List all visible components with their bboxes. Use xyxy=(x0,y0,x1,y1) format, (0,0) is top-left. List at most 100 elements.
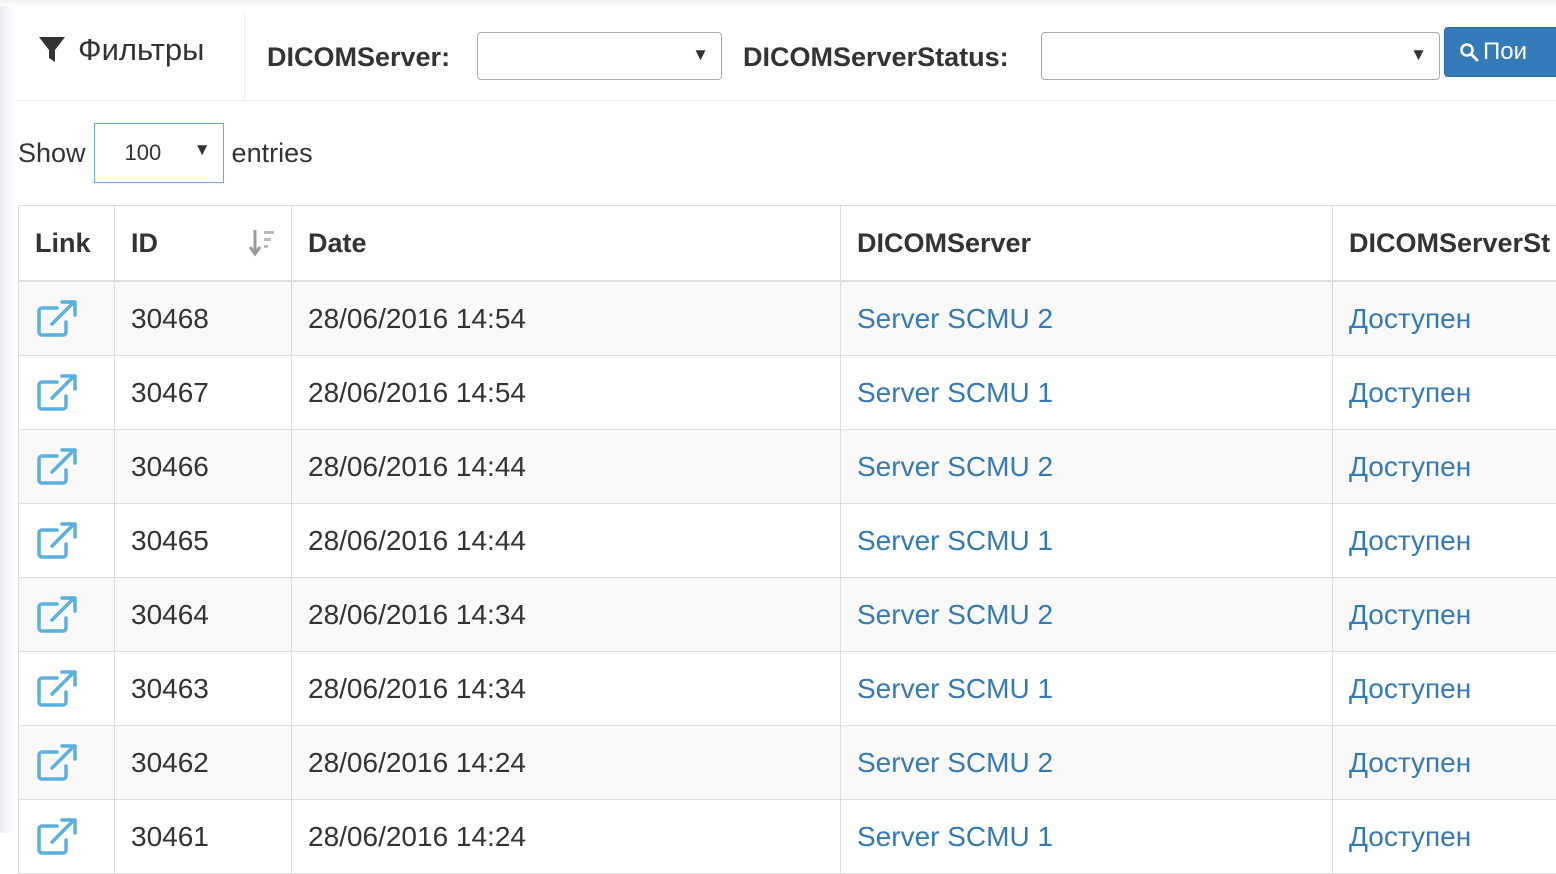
row-dicom-server-cell: Server SCMU 2 xyxy=(841,726,1333,800)
dicom-server-status-link[interactable]: Доступен xyxy=(1349,377,1471,408)
filter-bar: Фильтры DICOMServer: ▼ DICOMServerStatus… xyxy=(18,6,1556,101)
filter-icon xyxy=(38,35,66,65)
dicom-server-status-link[interactable]: Доступен xyxy=(1349,451,1471,482)
dicom-server-status-link[interactable]: Доступен xyxy=(1349,747,1471,778)
row-date: 28/06/2016 14:24 xyxy=(292,726,841,800)
row-dicom-server-status-cell: Доступен xyxy=(1333,578,1556,652)
row-dicom-server-cell: Server SCMU 1 xyxy=(841,652,1333,726)
column-header-dicom-server-status[interactable]: DICOMServerSt xyxy=(1333,206,1556,282)
row-date: 28/06/2016 14:34 xyxy=(292,578,841,652)
row-dicom-server-cell: Server SCMU 2 xyxy=(841,281,1333,356)
column-header-link[interactable]: Link xyxy=(19,206,115,282)
dicom-server-label: DICOMServer: xyxy=(267,42,450,73)
row-link-cell[interactable] xyxy=(19,356,115,430)
table-row: 3046828/06/2016 14:54 Server SCMU 2 Доступ… xyxy=(19,281,1556,356)
dicom-server-link[interactable]: Server SCMU 1 xyxy=(857,673,1053,704)
table-header-row: Link ID Date DICOMServer DICOMServerSt xyxy=(19,206,1556,282)
row-dicom-server-status-cell: Доступен xyxy=(1333,800,1556,874)
dicom-server-link[interactable]: Server SCMU 1 xyxy=(857,821,1053,852)
dicom-server-status-link[interactable]: Доступен xyxy=(1349,303,1471,334)
dicom-server-status-link[interactable]: Доступен xyxy=(1349,525,1471,556)
table-row: 3046728/06/2016 14:54 Server SCMU 1 Доступ… xyxy=(19,356,1556,430)
row-link-cell[interactable] xyxy=(19,652,115,726)
results-table: Link ID Date DICOMServer DICOMServerSt 3… xyxy=(18,205,1556,874)
dicom-server-status-link[interactable]: Доступен xyxy=(1349,673,1471,704)
row-dicom-server-status-cell: Доступен xyxy=(1333,430,1556,504)
dicom-server-status-link[interactable]: Доступен xyxy=(1349,821,1471,852)
sort-desc-icon xyxy=(249,228,277,258)
row-dicom-server-status-cell: Доступен xyxy=(1333,726,1556,800)
row-id: 30464 xyxy=(115,578,292,652)
table-row: 3046528/06/2016 14:44 Server SCMU 1 Доступ… xyxy=(19,504,1556,578)
table-row: 3046428/06/2016 14:34 Server SCMU 2 Доступ… xyxy=(19,578,1556,652)
page-edge-shadow xyxy=(0,0,14,833)
external-link-icon xyxy=(35,299,79,339)
table-row: 3046228/06/2016 14:24 Server SCMU 2 Доступ… xyxy=(19,726,1556,800)
row-dicom-server-cell: Server SCMU 1 xyxy=(841,504,1333,578)
row-link-cell[interactable] xyxy=(19,430,115,504)
chevron-down-icon: ▼ xyxy=(1410,45,1427,65)
table-row: 3046628/06/2016 14:44 Server SCMU 2 Доступ… xyxy=(19,430,1556,504)
table-row: 3046128/06/2016 14:24Server SCMU 1Доступ… xyxy=(19,800,1556,874)
row-dicom-server-status-cell: Доступен xyxy=(1333,652,1556,726)
row-link-cell[interactable] xyxy=(19,726,115,800)
dicom-server-link[interactable]: Server SCMU 1 xyxy=(857,377,1053,408)
row-link-cell[interactable] xyxy=(19,578,115,652)
external-link-icon xyxy=(35,595,79,635)
page-length-value: 100 xyxy=(125,140,162,166)
dicom-server-select[interactable]: ▼ xyxy=(477,32,722,80)
row-id: 30463 xyxy=(115,652,292,726)
column-header-id-label: ID xyxy=(131,228,158,258)
row-link-cell[interactable] xyxy=(19,800,115,874)
external-link-icon xyxy=(35,521,79,561)
row-dicom-server-status-cell: Доступен xyxy=(1333,356,1556,430)
external-link-icon xyxy=(35,669,79,709)
row-dicom-server-cell: Server SCMU 2 xyxy=(841,430,1333,504)
chevron-down-icon: ▼ xyxy=(194,140,211,160)
dicom-server-link[interactable]: Server SCMU 2 xyxy=(857,451,1053,482)
row-id: 30468 xyxy=(115,281,292,356)
row-id: 30466 xyxy=(115,430,292,504)
row-date: 28/06/2016 14:44 xyxy=(292,430,841,504)
page-length-select[interactable]: 100 ▼ xyxy=(94,123,224,183)
filter-panel-title[interactable]: Фильтры xyxy=(38,32,204,68)
row-id: 30467 xyxy=(115,356,292,430)
row-id: 30461 xyxy=(115,800,292,874)
external-link-icon xyxy=(35,743,79,783)
dicom-server-link[interactable]: Server SCMU 2 xyxy=(857,599,1053,630)
dicom-server-status-link[interactable]: Доступен xyxy=(1349,599,1471,630)
external-link-icon xyxy=(35,447,79,487)
row-dicom-server-status-cell: Доступен xyxy=(1333,504,1556,578)
chevron-down-icon: ▼ xyxy=(692,45,709,65)
dicom-server-link[interactable]: Server SCMU 2 xyxy=(857,303,1053,334)
row-dicom-server-cell: Server SCMU 1 xyxy=(841,800,1333,874)
search-button-label: Пои xyxy=(1483,38,1527,66)
row-date: 28/06/2016 14:44 xyxy=(292,504,841,578)
dicom-server-link[interactable]: Server SCMU 2 xyxy=(857,747,1053,778)
row-date: 28/06/2016 14:34 xyxy=(292,652,841,726)
search-icon xyxy=(1459,42,1479,62)
table-row: 3046328/06/2016 14:34 Server SCMU 1 Доступ… xyxy=(19,652,1556,726)
show-label: Show xyxy=(18,138,86,169)
row-date: 28/06/2016 14:54 xyxy=(292,281,841,356)
row-id: 30465 xyxy=(115,504,292,578)
search-button[interactable]: Пои xyxy=(1444,27,1556,77)
column-header-id[interactable]: ID xyxy=(115,206,292,282)
filter-divider xyxy=(244,12,245,100)
row-dicom-server-cell: Server SCMU 2 xyxy=(841,578,1333,652)
dicom-server-status-select[interactable]: ▼ xyxy=(1041,32,1440,80)
column-header-date[interactable]: Date xyxy=(292,206,841,282)
column-header-dicom-server[interactable]: DICOMServer xyxy=(841,206,1333,282)
external-link-icon xyxy=(35,373,79,413)
row-id: 30462 xyxy=(115,726,292,800)
filter-title-label: Фильтры xyxy=(78,32,204,68)
row-link-cell[interactable] xyxy=(19,504,115,578)
row-dicom-server-cell: Server SCMU 1 xyxy=(841,356,1333,430)
entries-label: entries xyxy=(232,138,313,169)
row-date: 28/06/2016 14:54 xyxy=(292,356,841,430)
dicom-server-link[interactable]: Server SCMU 1 xyxy=(857,525,1053,556)
row-dicom-server-status-cell: Доступен xyxy=(1333,281,1556,356)
external-link-icon xyxy=(35,817,79,857)
entries-length-control: Show 100 ▼ entries xyxy=(18,122,313,184)
row-link-cell[interactable] xyxy=(19,281,115,356)
